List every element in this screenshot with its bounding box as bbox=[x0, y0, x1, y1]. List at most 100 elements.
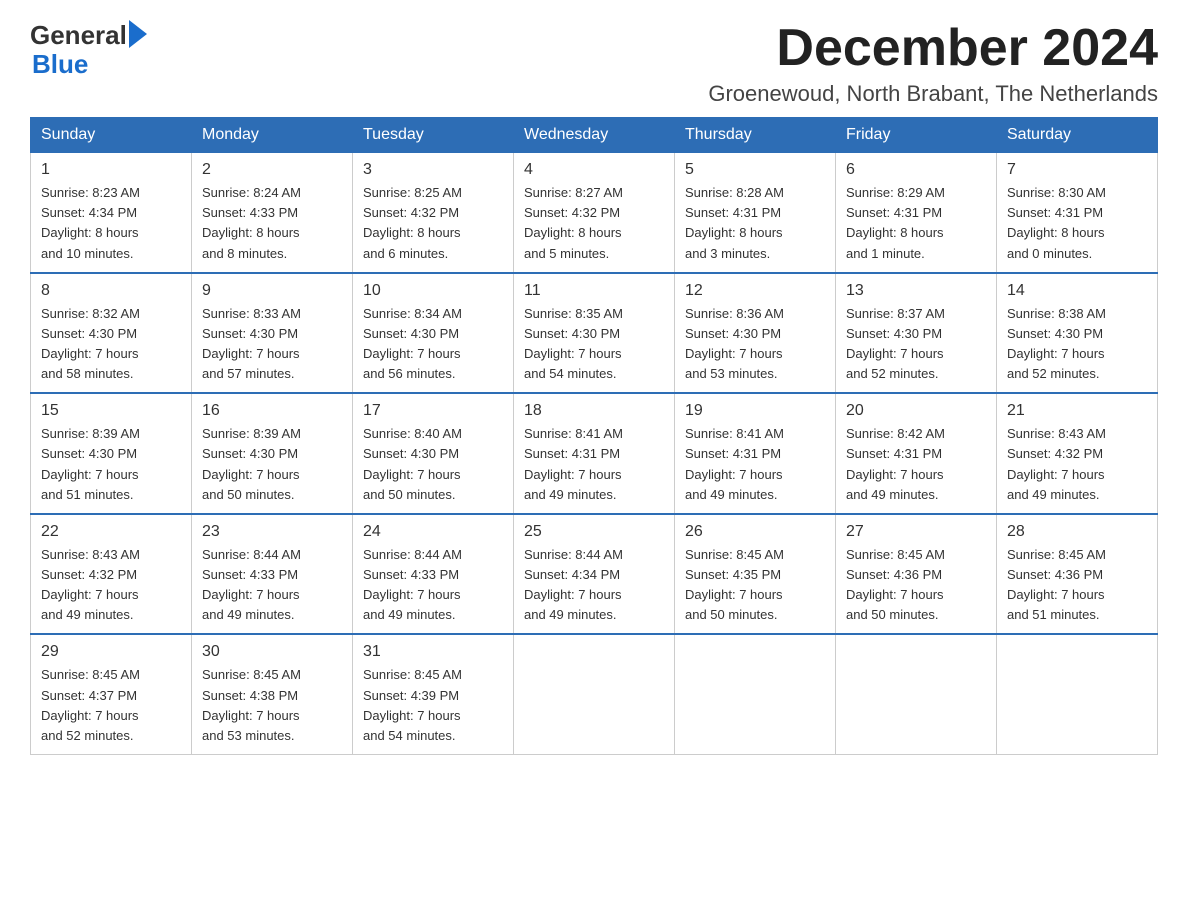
weekday-header-monday: Monday bbox=[192, 118, 353, 153]
day-number: 2 bbox=[202, 161, 342, 179]
calendar-day-cell: 30 Sunrise: 8:45 AMSunset: 4:38 PMDayligh… bbox=[192, 634, 353, 754]
day-number: 6 bbox=[846, 161, 986, 179]
day-number: 12 bbox=[685, 282, 825, 300]
day-number: 20 bbox=[846, 402, 986, 420]
day-info: Sunrise: 8:45 AMSunset: 4:37 PMDaylight:… bbox=[41, 665, 181, 746]
calendar-day-cell: 8 Sunrise: 8:32 AMSunset: 4:30 PMDaylight… bbox=[31, 273, 192, 394]
calendar-day-cell: 11 Sunrise: 8:35 AMSunset: 4:30 PMDayligh… bbox=[514, 273, 675, 394]
empty-day-cell bbox=[997, 634, 1158, 754]
month-title: December 2024 bbox=[708, 20, 1158, 77]
day-number: 30 bbox=[202, 643, 342, 661]
day-info: Sunrise: 8:45 AMSunset: 4:36 PMDaylight:… bbox=[1007, 545, 1147, 626]
calendar-day-cell: 10Sunrise: 8:34 AMSunset: 4:30 PMDayligh… bbox=[353, 273, 514, 394]
day-number: 23 bbox=[202, 523, 342, 541]
day-number: 21 bbox=[1007, 402, 1147, 420]
day-info: Sunrise: 8:45 AMSunset: 4:35 PMDaylight:… bbox=[685, 545, 825, 626]
day-number: 8 bbox=[41, 282, 181, 300]
day-number: 24 bbox=[363, 523, 503, 541]
calendar-day-cell: 29Sunrise: 8:45 AMSunset: 4:37 PMDayligh… bbox=[31, 634, 192, 754]
day-info: Sunrise: 8:44 AMSunset: 4:33 PMDaylight:… bbox=[202, 545, 342, 626]
day-info: Sunrise: 8:35 AMSunset: 4:30 PMDaylight:… bbox=[524, 304, 664, 385]
weekday-header-wednesday: Wednesday bbox=[514, 118, 675, 153]
day-number: 26 bbox=[685, 523, 825, 541]
logo-general-text: General bbox=[30, 20, 127, 51]
day-info: Sunrise: 8:42 AMSunset: 4:31 PMDaylight:… bbox=[846, 424, 986, 505]
day-info: Sunrise: 8:43 AMSunset: 4:32 PMDaylight:… bbox=[1007, 424, 1147, 505]
logo-arrow-icon bbox=[129, 20, 147, 48]
weekday-header-row: SundayMondayTuesdayWednesdayThursdayFrid… bbox=[31, 118, 1158, 153]
calendar-day-cell: 15 Sunrise: 8:39 AMSunset: 4:30 PMDayligh… bbox=[31, 393, 192, 514]
day-number: 14 bbox=[1007, 282, 1147, 300]
calendar-day-cell: 3Sunrise: 8:25 AMSunset: 4:32 PMDaylight… bbox=[353, 153, 514, 273]
logo: General Blue bbox=[30, 20, 147, 77]
day-number: 5 bbox=[685, 161, 825, 179]
calendar-week-row: 1 Sunrise: 8:23 AMSunset: 4:34 PMDaylight… bbox=[31, 153, 1158, 273]
day-info: Sunrise: 8:27 AMSunset: 4:32 PMDaylight:… bbox=[524, 183, 664, 264]
calendar-day-cell: 2 Sunrise: 8:24 AMSunset: 4:33 PMDaylight… bbox=[192, 153, 353, 273]
day-number: 18 bbox=[524, 402, 664, 420]
day-number: 4 bbox=[524, 161, 664, 179]
day-number: 22 bbox=[41, 523, 181, 541]
day-info: Sunrise: 8:33 AMSunset: 4:30 PMDaylight:… bbox=[202, 304, 342, 385]
day-info: Sunrise: 8:45 AMSunset: 4:39 PMDaylight:… bbox=[363, 665, 503, 746]
weekday-header-sunday: Sunday bbox=[31, 118, 192, 153]
calendar-day-cell: 12 Sunrise: 8:36 AMSunset: 4:30 PMDayligh… bbox=[675, 273, 836, 394]
calendar-day-cell: 20 Sunrise: 8:42 AMSunset: 4:31 PMDayligh… bbox=[836, 393, 997, 514]
day-info: Sunrise: 8:39 AMSunset: 4:30 PMDaylight:… bbox=[41, 424, 181, 505]
day-number: 7 bbox=[1007, 161, 1147, 179]
calendar-day-cell: 28 Sunrise: 8:45 AMSunset: 4:36 PMDayligh… bbox=[997, 514, 1158, 635]
calendar-day-cell: 31 Sunrise: 8:45 AMSunset: 4:39 PMDayligh… bbox=[353, 634, 514, 754]
day-info: Sunrise: 8:28 AMSunset: 4:31 PMDaylight:… bbox=[685, 183, 825, 264]
calendar-week-row: 15 Sunrise: 8:39 AMSunset: 4:30 PMDayligh… bbox=[31, 393, 1158, 514]
calendar-day-cell: 19Sunrise: 8:41 AMSunset: 4:31 PMDayligh… bbox=[675, 393, 836, 514]
calendar-day-cell: 7 Sunrise: 8:30 AMSunset: 4:31 PMDaylight… bbox=[997, 153, 1158, 273]
calendar-day-cell: 21 Sunrise: 8:43 AMSunset: 4:32 PMDayligh… bbox=[997, 393, 1158, 514]
calendar-day-cell: 24 Sunrise: 8:44 AMSunset: 4:33 PMDayligh… bbox=[353, 514, 514, 635]
day-info: Sunrise: 8:43 AMSunset: 4:32 PMDaylight:… bbox=[41, 545, 181, 626]
day-number: 25 bbox=[524, 523, 664, 541]
day-info: Sunrise: 8:30 AMSunset: 4:31 PMDaylight:… bbox=[1007, 183, 1147, 264]
weekday-header-tuesday: Tuesday bbox=[353, 118, 514, 153]
empty-day-cell bbox=[836, 634, 997, 754]
weekday-header-saturday: Saturday bbox=[997, 118, 1158, 153]
weekday-header-thursday: Thursday bbox=[675, 118, 836, 153]
day-number: 28 bbox=[1007, 523, 1147, 541]
calendar-day-cell: 18 Sunrise: 8:41 AMSunset: 4:31 PMDayligh… bbox=[514, 393, 675, 514]
day-info: Sunrise: 8:45 AMSunset: 4:38 PMDaylight:… bbox=[202, 665, 342, 746]
day-number: 11 bbox=[524, 282, 664, 300]
day-info: Sunrise: 8:40 AMSunset: 4:30 PMDaylight:… bbox=[363, 424, 503, 505]
day-info: Sunrise: 8:36 AMSunset: 4:30 PMDaylight:… bbox=[685, 304, 825, 385]
calendar-week-row: 22 Sunrise: 8:43 AMSunset: 4:32 PMDayligh… bbox=[31, 514, 1158, 635]
day-info: Sunrise: 8:41 AMSunset: 4:31 PMDaylight:… bbox=[524, 424, 664, 505]
calendar-day-cell: 22 Sunrise: 8:43 AMSunset: 4:32 PMDayligh… bbox=[31, 514, 192, 635]
location-title: Groenewoud, North Brabant, The Netherlan… bbox=[708, 81, 1158, 107]
calendar-day-cell: 23 Sunrise: 8:44 AMSunset: 4:33 PMDayligh… bbox=[192, 514, 353, 635]
calendar-day-cell: 1 Sunrise: 8:23 AMSunset: 4:34 PMDaylight… bbox=[31, 153, 192, 273]
day-info: Sunrise: 8:34 AMSunset: 4:30 PMDaylight:… bbox=[363, 304, 503, 385]
calendar-day-cell: 6Sunrise: 8:29 AMSunset: 4:31 PMDaylight… bbox=[836, 153, 997, 273]
day-number: 27 bbox=[846, 523, 986, 541]
calendar-day-cell: 5 Sunrise: 8:28 AMSunset: 4:31 PMDaylight… bbox=[675, 153, 836, 273]
calendar-day-cell: 27Sunrise: 8:45 AMSunset: 4:36 PMDayligh… bbox=[836, 514, 997, 635]
calendar-day-cell: 13Sunrise: 8:37 AMSunset: 4:30 PMDayligh… bbox=[836, 273, 997, 394]
calendar-day-cell: 25Sunrise: 8:44 AMSunset: 4:34 PMDayligh… bbox=[514, 514, 675, 635]
day-number: 15 bbox=[41, 402, 181, 420]
day-info: Sunrise: 8:24 AMSunset: 4:33 PMDaylight:… bbox=[202, 183, 342, 264]
calendar-table: SundayMondayTuesdayWednesdayThursdayFrid… bbox=[30, 117, 1158, 755]
day-number: 31 bbox=[363, 643, 503, 661]
calendar-day-cell: 14 Sunrise: 8:38 AMSunset: 4:30 PMDayligh… bbox=[997, 273, 1158, 394]
calendar-day-cell: 26 Sunrise: 8:45 AMSunset: 4:35 PMDayligh… bbox=[675, 514, 836, 635]
day-info: Sunrise: 8:25 AMSunset: 4:32 PMDaylight:… bbox=[363, 183, 503, 264]
day-info: Sunrise: 8:23 AMSunset: 4:34 PMDaylight:… bbox=[41, 183, 181, 264]
day-number: 1 bbox=[41, 161, 181, 179]
day-info: Sunrise: 8:38 AMSunset: 4:30 PMDaylight:… bbox=[1007, 304, 1147, 385]
day-number: 17 bbox=[363, 402, 503, 420]
logo-line1: General bbox=[30, 20, 147, 51]
day-info: Sunrise: 8:39 AMSunset: 4:30 PMDaylight:… bbox=[202, 424, 342, 505]
day-number: 9 bbox=[202, 282, 342, 300]
day-number: 19 bbox=[685, 402, 825, 420]
calendar-day-cell: 4 Sunrise: 8:27 AMSunset: 4:32 PMDaylight… bbox=[514, 153, 675, 273]
day-info: Sunrise: 8:32 AMSunset: 4:30 PMDaylight:… bbox=[41, 304, 181, 385]
calendar-day-cell: 17 Sunrise: 8:40 AMSunset: 4:30 PMDayligh… bbox=[353, 393, 514, 514]
day-info: Sunrise: 8:44 AMSunset: 4:33 PMDaylight:… bbox=[363, 545, 503, 626]
